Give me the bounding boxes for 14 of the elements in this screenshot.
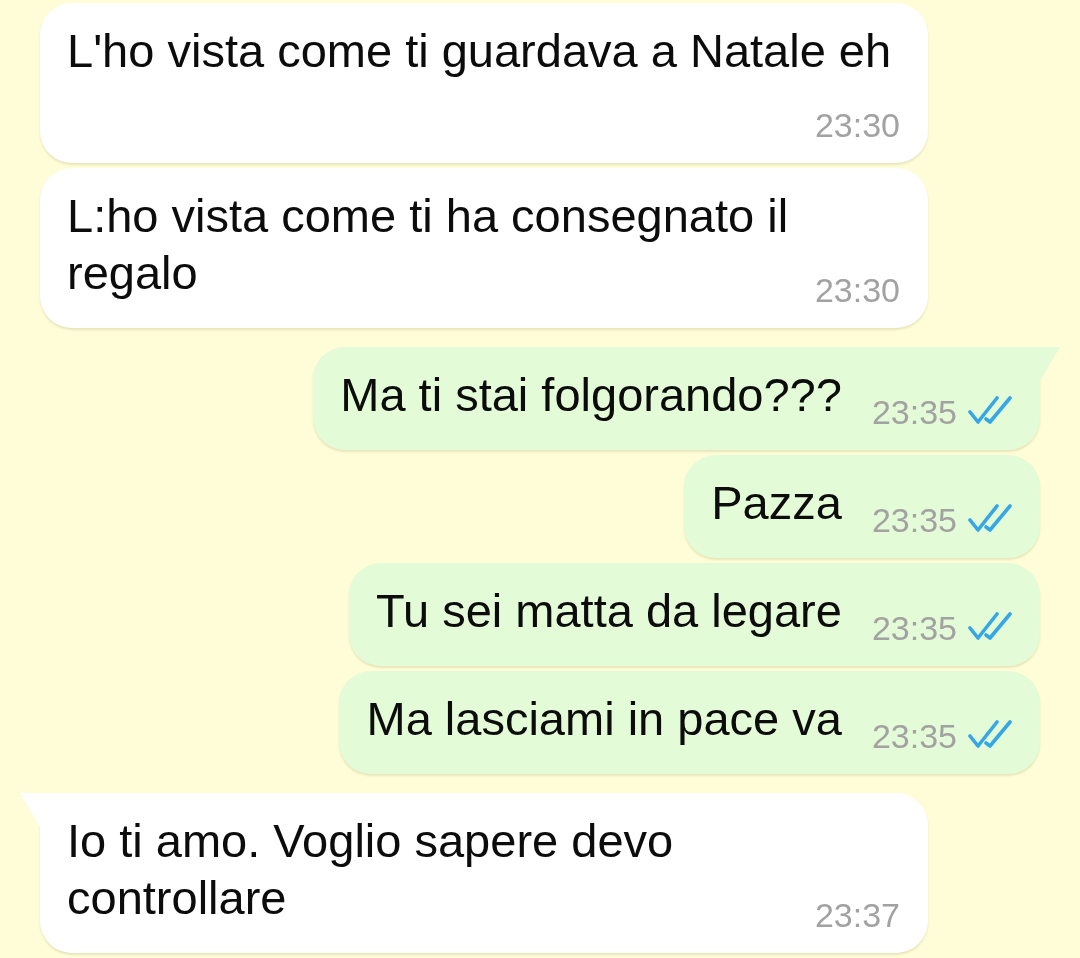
message-time: 23:35 <box>871 393 957 431</box>
message-time: 23:37 <box>814 896 900 934</box>
message-time: 23:35 <box>871 501 957 539</box>
message-time: 23:30 <box>814 106 900 144</box>
message-text: Ma lasciami in pace va <box>366 692 842 745</box>
message-text: Ma ti stai folgorando??? <box>340 368 842 421</box>
message-text: Pazza <box>711 476 842 529</box>
message-text: L'ho vista come ti guardava a Natale eh <box>67 24 892 77</box>
message-time: 23:35 <box>871 609 957 647</box>
message-time: 23:30 <box>814 271 900 309</box>
message-text: L:ho vista come ti ha consegnato il regalo <box>67 189 789 299</box>
message-text: Tu sei matta da legare <box>376 584 842 637</box>
message-text: Io ti amo. Voglio sapere devo controllare <box>67 814 674 924</box>
message-time: 23:35 <box>871 717 957 755</box>
